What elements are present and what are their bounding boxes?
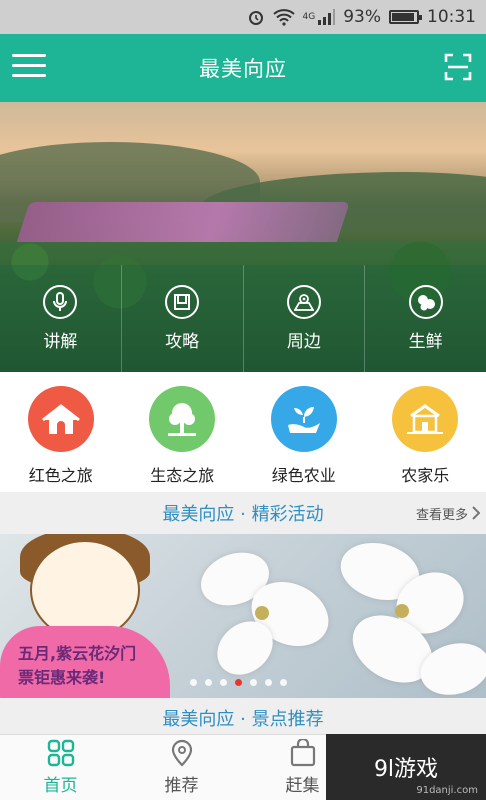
category-eco-tour[interactable]: 生态之旅 [122,372,244,492]
grid-icon [47,739,74,767]
promo-carousel[interactable]: 五月,紫云花汐门 票钜惠来袭! [0,534,486,698]
nav-label: 推荐 [164,776,199,796]
status-bar: 4G 93% 10:31 [0,0,486,34]
promo-text: 五月,紫云花汐门 票钜惠来袭! [18,642,136,690]
microphone-icon [43,285,78,319]
site-watermark: 9l游戏 91danji.com [326,734,486,800]
scenic-header: 最美向应 · 景点推荐 [0,698,486,738]
category-row: 红色之旅 生态之旅 绿色农业 农家乐 [0,372,486,492]
bottom-nav: 首页 推荐 赶集 9l游戏 91danji.com [0,734,486,800]
hero-banner: 讲解 攻略 周边 生鲜 [0,102,486,372]
shortcut-label: 生鲜 [408,332,443,352]
alarm-icon [247,8,265,26]
app-header: 最美向应 [0,34,486,102]
nav-label: 首页 [43,776,78,796]
shortcut-nearby[interactable]: 周边 [244,265,366,372]
app-screen: 4G 93% 10:31 最美向应 讲解 攻略 周边 生鲜 红色之旅 生态之旅 … [0,0,486,800]
nav-label: 赶集 [285,776,320,796]
carousel-dot[interactable] [205,679,212,686]
farmhouse-icon [392,386,459,452]
scan-button[interactable] [444,53,472,81]
clock: 10:31 [427,7,476,27]
see-more-link[interactable]: 查看更多 [416,504,480,523]
signal-icon: 4G [303,9,336,25]
category-label: 农家乐 [401,466,450,485]
location-pin-icon [171,739,192,767]
carousel-dot[interactable] [265,679,272,686]
activities-header: 最美向应 · 精彩活动 查看更多 [0,492,486,534]
carousel-indicators [190,679,287,686]
fresh-produce-icon [408,285,443,319]
shortcut-label: 讲解 [43,332,78,352]
network-type: 4G [302,12,316,22]
shopping-bag-icon [290,739,315,767]
seedling-hand-icon [270,386,337,452]
watermark-site: 91danji.com [416,785,478,796]
battery-icon [389,10,422,24]
map-location-icon [286,285,321,319]
shortcut-fresh[interactable]: 生鲜 [365,265,486,372]
shortcut-label: 周边 [286,332,321,352]
category-label: 生态之旅 [150,466,215,485]
tree-icon [149,386,216,452]
chevron-right-icon [472,506,480,520]
category-farmhouse[interactable]: 农家乐 [365,372,486,492]
category-green-agriculture[interactable]: 绿色农业 [243,372,365,492]
carousel-dot[interactable] [235,679,242,686]
cartoon-character [30,540,140,640]
wifi-icon [272,8,295,26]
nav-home[interactable]: 首页 [0,735,121,800]
hero-shortcuts: 讲解 攻略 周边 生鲜 [0,265,486,372]
carousel-dot[interactable] [190,679,197,686]
menu-button[interactable] [12,54,46,82]
carousel-dot[interactable] [250,679,257,686]
category-label: 绿色农业 [271,466,336,485]
watermark-brand: 9l游戏 [373,757,439,782]
see-more-label: 查看更多 [415,507,468,523]
shortcut-guide[interactable]: 攻略 [122,265,244,372]
nav-recommend[interactable]: 推荐 [121,735,242,800]
shortcut-label: 攻略 [165,332,200,352]
promo-line1: 五月,紫云花汐门 [18,644,137,663]
carousel-dot[interactable] [280,679,287,686]
scan-icon [444,53,472,81]
scenic-title: 最美向应 · 景点推荐 [162,709,324,730]
guide-book-icon [165,285,200,319]
page-title: 最美向应 [199,57,287,81]
category-label: 红色之旅 [28,466,93,485]
shortcut-explain[interactable]: 讲解 [0,265,122,372]
activities-title: 最美向应 · 精彩活动 [162,504,324,525]
battery-percent: 93% [343,7,381,27]
carousel-dot[interactable] [220,679,227,686]
category-red-tour[interactable]: 红色之旅 [0,372,122,492]
promo-line2: 票钜惠来袭! [18,668,106,687]
house-icon [27,386,94,452]
